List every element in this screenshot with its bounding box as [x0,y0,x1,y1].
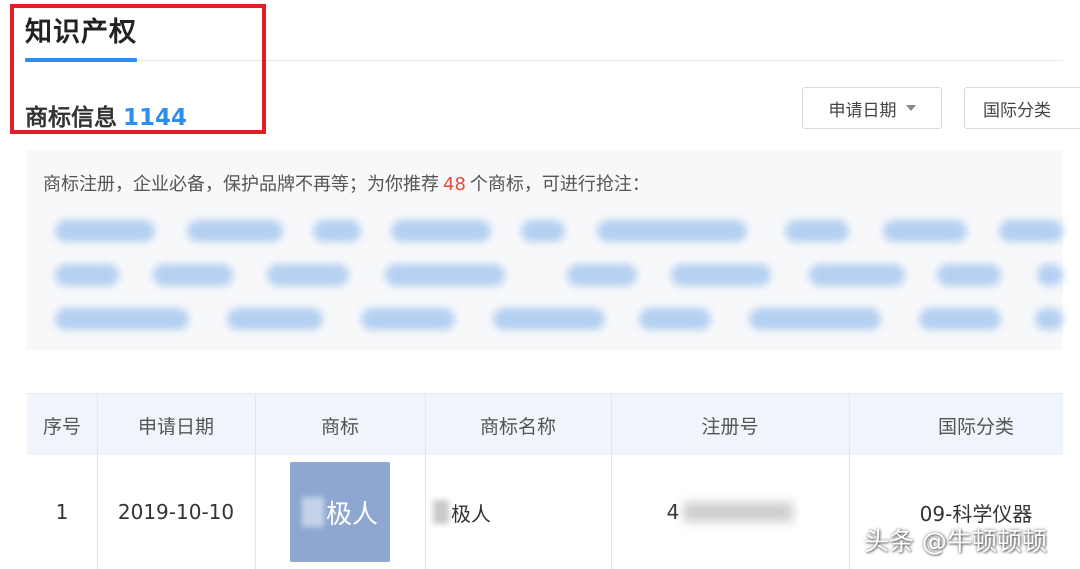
column-header-reg-no: 注册号 [701,415,759,438]
filter-class-label: 国际分类 [983,100,1051,121]
recommend-chip[interactable] [999,220,1063,242]
recommend-chip[interactable] [521,220,565,242]
column-divider [425,394,426,456]
recommend-text: 商标注册，企业必备，保护品牌不再等；为你推荐 48 个商标，可进行抢注： [43,170,650,196]
recommend-count: 48 [443,174,466,195]
recommend-chip[interactable] [883,220,967,242]
column-header-intl-class: 国际分类 [937,415,1014,438]
row-logo-cell: 极人 [255,455,425,569]
recommend-chip[interactable] [919,308,1001,330]
recommend-chip[interactable] [267,264,349,286]
recommend-chip[interactable] [809,264,905,286]
column-header-logo: 商标 [320,415,359,438]
row-reg-no: 4 [666,500,680,524]
recommend-chip[interactable] [385,264,505,286]
column-divider [425,455,426,569]
recommend-chip[interactable] [785,220,849,242]
recommend-chip[interactable] [567,264,637,286]
recommend-text-after: 个商标，可进行抢注： [469,174,650,195]
column-divider [97,455,98,569]
recommend-chip[interactable] [313,220,361,242]
tab-divider [137,60,1063,61]
recommend-chip[interactable] [227,308,323,330]
caret-down-icon [905,105,916,111]
reg-no-blur-mask [683,502,794,522]
row-index: 1 [55,500,69,524]
recommend-chip[interactable] [55,308,189,330]
logo-text: 极人 [325,499,378,530]
column-divider [97,394,98,456]
name-blur-mask [433,500,449,524]
row-date: 2019-10-10 [117,500,235,524]
recommend-text-before: 商标注册，企业必备，保护品牌不再等；为你推荐 [43,174,439,195]
column-header-index: 序号 [42,415,81,438]
column-divider [255,394,256,456]
recommend-chip[interactable] [55,264,119,286]
recommend-chip[interactable] [937,264,1001,286]
recommend-chip[interactable] [749,308,881,330]
column-divider [611,394,612,456]
column-header-name: 商标名称 [479,415,556,438]
column-divider [849,455,850,569]
row-name[interactable]: 极人 [451,498,491,527]
filter-class-button[interactable]: 国际分类 [964,87,1080,129]
logo-blur-mask [301,497,324,527]
recommend-chip-row [27,264,1063,290]
filter-date-button[interactable]: 申请日期 [802,87,942,129]
recommend-chip[interactable] [597,220,747,242]
trademark-table-header: 序号 申请日期 商标 商标名称 注册号 国际分类 [27,393,1063,456]
column-divider [611,455,612,569]
trademark-logo-image[interactable]: 极人 [290,462,390,562]
recommend-chip[interactable] [55,220,155,242]
recommend-chip[interactable] [361,308,455,330]
recommend-chip[interactable] [639,308,711,330]
filter-date-label: 申请日期 [828,100,897,121]
recommend-chip[interactable] [493,308,605,330]
recommend-chip[interactable] [1035,308,1063,330]
recommend-chip[interactable] [1037,264,1063,286]
recommend-chip[interactable] [187,220,283,242]
recommend-chip-row [27,308,1063,334]
recommend-chip[interactable] [671,264,771,286]
recommend-chip[interactable] [391,220,491,242]
recommend-chip-row [27,220,1063,246]
column-divider [849,394,850,456]
column-divider [255,455,256,569]
highlight-box [10,4,266,134]
recommend-panel: 商标注册，企业必备，保护品牌不再等；为你推荐 48 个商标，可进行抢注： [27,150,1063,350]
watermark: 头条 @牛顿顿顿 [864,527,1047,556]
row-name-cell: 极人 [425,455,611,569]
column-header-date: 申请日期 [137,415,214,438]
page: 知识产权 商标信息 1144 申请日期 国际分类 商标注册，企业必备，保护品牌不再… [0,0,1080,569]
row-reg-no-cell: 4 [611,455,849,569]
recommend-chip[interactable] [153,264,233,286]
